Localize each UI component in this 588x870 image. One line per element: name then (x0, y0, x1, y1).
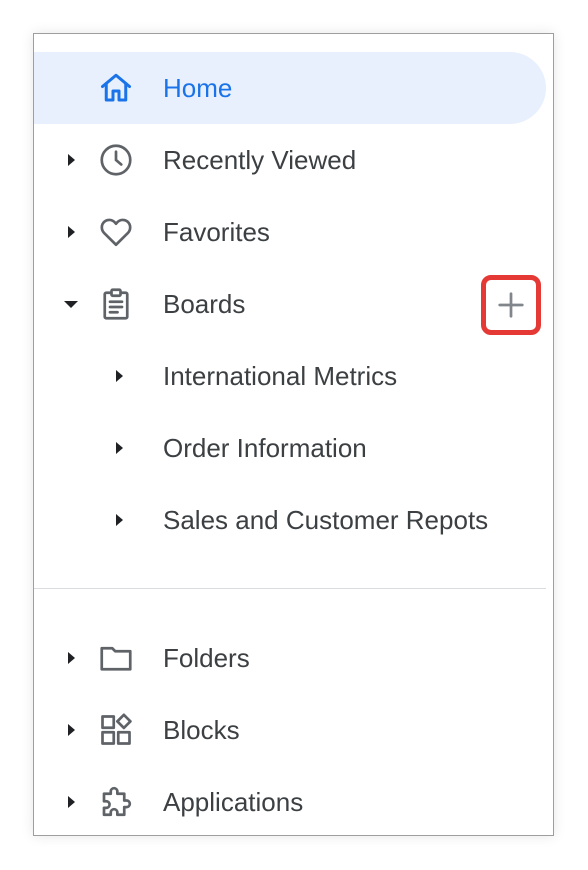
nav-item-blocks[interactable]: Blocks (34, 694, 553, 766)
caret-right-icon[interactable] (61, 792, 81, 812)
caret-right-icon[interactable] (61, 720, 81, 740)
navigation-panel: Home Recently Viewed Favorites Boards In… (33, 33, 554, 836)
puzzle-icon (98, 784, 134, 820)
caret-right-icon[interactable] (109, 366, 129, 386)
caret-right-icon[interactable] (61, 150, 81, 170)
divider (34, 588, 546, 589)
nav-item-label: Home (163, 73, 233, 103)
clock-icon (98, 142, 134, 178)
nav-item-home[interactable]: Home (34, 52, 546, 124)
board-item-label: Sales and Customer Repots (163, 505, 489, 535)
caret-right-icon[interactable] (109, 438, 129, 458)
nav-item-label: Recently Viewed (163, 145, 357, 175)
board-item-international-metrics[interactable]: International Metrics (34, 340, 553, 412)
board-item-label: International Metrics (163, 361, 398, 391)
add-board-button[interactable] (481, 275, 541, 335)
home-icon (98, 70, 134, 106)
board-item-sales-and-customer-repots[interactable]: Sales and Customer Repots (34, 484, 553, 556)
board-item-order-information[interactable]: Order Information (34, 412, 553, 484)
board-item-label: Order Information (163, 433, 367, 463)
nav-item-label: Favorites (163, 217, 270, 247)
caret-right-icon[interactable] (61, 222, 81, 242)
nav-item-boards[interactable]: Boards (34, 268, 553, 340)
plus-icon (498, 292, 524, 318)
clipboard-icon (98, 286, 134, 322)
nav-item-applications[interactable]: Applications (34, 766, 553, 835)
caret-right-icon[interactable] (109, 510, 129, 530)
nav-item-folders[interactable]: Folders (34, 622, 553, 694)
heart-icon (98, 214, 134, 250)
folder-icon (98, 640, 134, 676)
nav-item-favorites[interactable]: Favorites (34, 196, 553, 268)
caret-right-icon[interactable] (61, 648, 81, 668)
blocks-icon (98, 712, 134, 748)
nav-item-label: Folders (163, 643, 250, 673)
nav-item-label: Boards (163, 289, 246, 319)
nav-item-recently-viewed[interactable]: Recently Viewed (34, 124, 553, 196)
caret-down-icon[interactable] (61, 294, 81, 314)
nav-item-label: Blocks (163, 715, 240, 745)
nav-item-label: Applications (163, 787, 304, 817)
